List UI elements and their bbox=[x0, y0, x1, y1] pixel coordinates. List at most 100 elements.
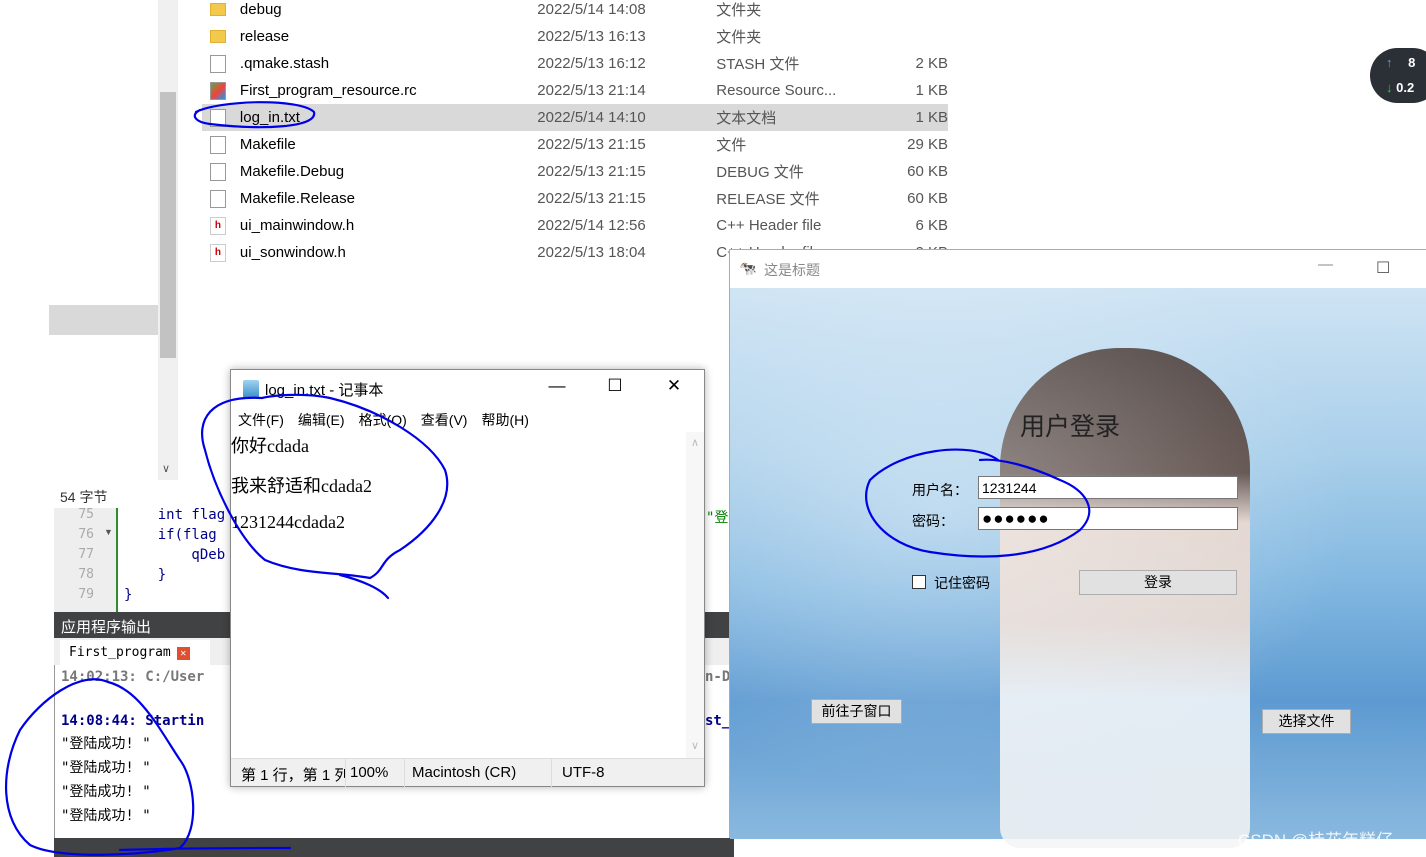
header-file-icon: h bbox=[210, 243, 226, 262]
file-row[interactable]: log_in.txt 2022/5/14 14:10 文本文档 1 KB bbox=[202, 104, 948, 131]
file-date: 2022/5/13 18:04 bbox=[537, 244, 646, 261]
nav-pane-selected-item[interactable] bbox=[49, 305, 158, 335]
choose-file-button[interactable]: 选择文件 bbox=[1262, 709, 1351, 734]
folder-icon bbox=[210, 3, 226, 16]
window-title: 这是标题 bbox=[764, 262, 820, 278]
output-line: "登陆成功! " bbox=[61, 808, 151, 824]
text-line: 你好cdada bbox=[231, 436, 309, 456]
login-window: 这是标题 🐄 — ☐ 用户登录 用户名： 1231244 密码： ●●●●●● … bbox=[729, 249, 1426, 848]
file-row[interactable]: debug 2022/5/14 14:08 文件夹 bbox=[202, 0, 948, 23]
line-number: 76 bbox=[78, 527, 94, 542]
code-line: } bbox=[124, 587, 133, 603]
password-input[interactable]: ●●●●●● bbox=[978, 507, 1238, 530]
output-line: "登陆成功! " bbox=[61, 736, 151, 752]
file-size: 60 KB bbox=[907, 190, 949, 207]
go-to-child-window-button[interactable]: 前往子窗口 bbox=[811, 699, 902, 724]
file-row[interactable]: First_program_resource.rc 2022/5/13 21:14… bbox=[202, 77, 948, 104]
code-line: int flag bbox=[124, 507, 226, 523]
output-tab[interactable]: First_program ✕ bbox=[60, 640, 210, 666]
file-name: ui_sonwindow.h bbox=[239, 244, 346, 261]
text-line: 我来舒适和cdada2 bbox=[231, 476, 372, 496]
code-line: if(flag bbox=[124, 527, 217, 543]
output-tab-label: First_program bbox=[69, 645, 171, 660]
maximize-button[interactable]: ☐ bbox=[595, 376, 635, 396]
file-row[interactable]: h ui_mainwindow.h 2022/5/14 12:56 C++ Heade… bbox=[202, 212, 948, 239]
line-number: 78 bbox=[78, 567, 94, 582]
notepad-menubar: 文件(F) 编辑(E) 格式(O) 查看(V) 帮助(H) bbox=[231, 408, 704, 432]
close-tab-icon[interactable]: ✕ bbox=[176, 647, 190, 660]
notepad-text-area[interactable]: 你好cdada 我来舒适和cdada2 1231244cdada2 bbox=[231, 432, 686, 758]
file-type: Resource Sourc... bbox=[716, 82, 837, 99]
file-size: 1 KB bbox=[915, 82, 949, 99]
file-row[interactable]: release 2022/5/13 16:13 文件夹 bbox=[202, 23, 948, 50]
fold-arrow-icon[interactable]: ▼ bbox=[104, 527, 113, 537]
maximize-button[interactable]: ☐ bbox=[1376, 258, 1390, 278]
login-heading: 用户登录 bbox=[1020, 412, 1121, 441]
folder-icon bbox=[210, 30, 226, 43]
close-button[interactable]: ✕ bbox=[654, 376, 694, 396]
scroll-down-icon[interactable]: ∨ bbox=[162, 462, 170, 475]
menu-help[interactable]: 帮助(H) bbox=[481, 410, 528, 430]
text-file-icon bbox=[210, 108, 226, 127]
network-speed-widget[interactable]: ↑ 8 ↓ 0.2 bbox=[1370, 48, 1426, 103]
file-row[interactable]: Makefile.Debug 2022/5/13 21:15 DEBUG 文件 60 … bbox=[202, 158, 948, 185]
file-type: RELEASE 文件 bbox=[716, 191, 820, 208]
file-name: First_program_resource.rc bbox=[239, 82, 417, 99]
file-type: 文件夹 bbox=[716, 2, 762, 19]
output-fragment: st_ bbox=[705, 713, 731, 729]
bottom-panel-bar bbox=[54, 838, 734, 857]
file-date: 2022/5/14 12:56 bbox=[537, 217, 646, 234]
file-date: 2022/5/13 21:15 bbox=[537, 190, 646, 207]
code-fragment: "登 bbox=[706, 510, 729, 526]
file-size: 1 KB bbox=[915, 109, 949, 126]
file-size: 6 KB bbox=[915, 217, 949, 234]
minimize-button[interactable]: — bbox=[537, 376, 577, 396]
menu-format[interactable]: 格式(O) bbox=[359, 410, 407, 430]
file-size: 2 KB bbox=[915, 55, 949, 72]
cursor-position: 第 1 行，第 1 列 bbox=[241, 767, 345, 784]
file-size: 60 KB bbox=[907, 163, 949, 180]
file-date: 2022/5/14 14:10 bbox=[537, 109, 646, 126]
login-button[interactable]: 登录 bbox=[1079, 570, 1237, 595]
remember-password-checkbox[interactable] bbox=[912, 575, 926, 589]
file-row[interactable]: .qmake.stash 2022/5/13 16:12 STASH 文件 2 KB bbox=[202, 50, 948, 77]
file-name: log_in.txt bbox=[239, 109, 300, 126]
watermark: CSDN @桂花年糕仔 bbox=[1238, 831, 1394, 850]
encoding: UTF-8 bbox=[562, 764, 605, 781]
file-type: 文本文档 bbox=[716, 110, 777, 127]
file-date: 2022/5/13 16:13 bbox=[537, 28, 646, 45]
output-line: "登陆成功! " bbox=[61, 784, 151, 800]
minimize-button[interactable]: — bbox=[1318, 256, 1333, 273]
nav-scrollbar-thumb[interactable] bbox=[160, 92, 176, 358]
file-name: .qmake.stash bbox=[239, 55, 330, 72]
file-name: Makefile bbox=[239, 136, 296, 153]
file-type: 文件夹 bbox=[716, 29, 762, 46]
username-input[interactable]: 1231244 bbox=[978, 476, 1238, 499]
file-row[interactable]: Makefile 2022/5/13 21:15 文件 29 KB bbox=[202, 131, 948, 158]
selection-size: 54 字节 bbox=[60, 489, 108, 505]
password-label: 密码： bbox=[912, 513, 954, 529]
output-line: "登陆成功! " bbox=[61, 760, 151, 776]
menu-edit[interactable]: 编辑(E) bbox=[298, 410, 345, 430]
file-date: 2022/5/13 16:12 bbox=[537, 55, 646, 72]
upload-arrow-icon: ↑ bbox=[1386, 55, 1393, 70]
line-ending: Macintosh (CR) bbox=[412, 764, 517, 781]
menu-view[interactable]: 查看(V) bbox=[421, 410, 468, 430]
output-line: 14:08:44: Startin bbox=[61, 713, 205, 729]
output-line: 14:02:13: C:/User bbox=[61, 669, 205, 685]
file-icon bbox=[210, 54, 226, 73]
file-row[interactable]: Makefile.Release 2022/5/13 21:15 RELEASE 文… bbox=[202, 185, 948, 212]
file-date: 2022/5/13 21:15 bbox=[537, 136, 646, 153]
notepad-scrollbar[interactable]: ∧ ∨ bbox=[686, 432, 704, 758]
background-photo bbox=[730, 288, 1426, 848]
notepad-title: log_in.txt - 记事本 bbox=[265, 381, 384, 399]
file-name: Makefile.Debug bbox=[239, 163, 345, 180]
file-name: ui_mainwindow.h bbox=[239, 217, 355, 234]
notepad-window: log_in.txt - 记事本 — ☐ ✕ 文件(F) 编辑(E) 格式(O)… bbox=[230, 369, 705, 787]
app-icon: 🐄 bbox=[739, 260, 757, 276]
file-icon bbox=[210, 135, 226, 154]
output-fragment: n-D bbox=[705, 669, 731, 685]
menu-file[interactable]: 文件(F) bbox=[238, 410, 284, 430]
text-line: 1231244cdada2 bbox=[231, 512, 345, 532]
file-size: 29 KB bbox=[907, 136, 949, 153]
